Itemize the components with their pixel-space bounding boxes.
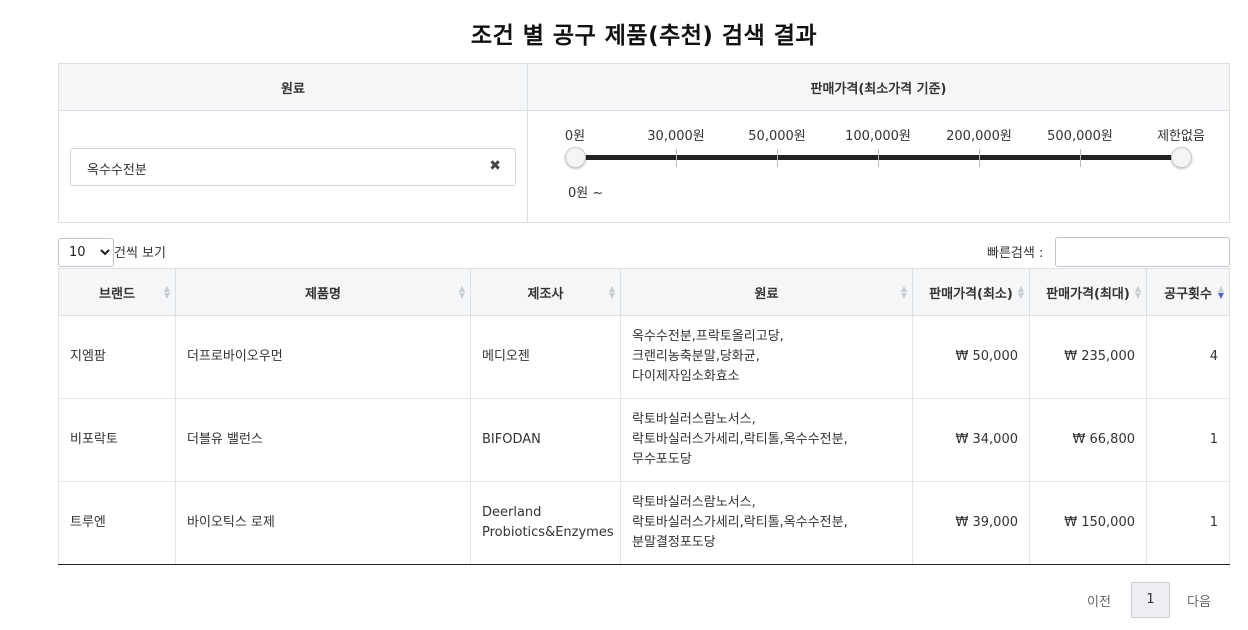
slider-tick bbox=[676, 149, 677, 167]
slider-max-handle[interactable] bbox=[1171, 147, 1192, 168]
cell-count: 4 bbox=[1146, 315, 1230, 399]
column-header-label: 공구횟수 bbox=[1164, 286, 1212, 302]
quick-search-input[interactable] bbox=[1055, 237, 1230, 267]
pagination-prev-button[interactable]: 이전 bbox=[1087, 591, 1111, 610]
results-table: 브랜드 ▲ ▼ 제품명 ▲ ▼ 제조사 ▲ ▼ 원료 ▲ ▼ 판매가격(최소) ▲ ▼ 판매가격(최… bbox=[58, 268, 1230, 565]
cell-ingredients: 락토바실러스람노서스, 락토바실러스가세리,락티톨,옥수수전분, 분말결정포도당 bbox=[620, 481, 913, 565]
column-header-label: 브랜드 bbox=[99, 286, 135, 302]
column-header-product[interactable]: 제품명 ▲ ▼ bbox=[175, 268, 471, 316]
cell-maker: 메디오젠 bbox=[470, 315, 621, 399]
clear-icon[interactable]: ✖ bbox=[489, 158, 501, 174]
cell-max-price: ₩ 66,800 bbox=[1029, 398, 1147, 482]
column-header-ingredients[interactable]: 원료 ▲ ▼ bbox=[620, 268, 913, 316]
table-row[interactable]: 지엠팜 더프로바이오우먼 메디오젠 옥수수전분,프락토올리고당, 크랜리농축분말… bbox=[58, 315, 1230, 399]
ingredient-line: 옥수수전분,프락토올리고당, bbox=[632, 329, 784, 344]
cell-count: 1 bbox=[1146, 481, 1230, 565]
cell-max-price: ₩ 235,000 bbox=[1029, 315, 1147, 399]
ingredient-line: 락토바실러스람노서스, bbox=[632, 495, 756, 510]
ingredient-line: 분말결정포도당 bbox=[632, 535, 716, 550]
table-row[interactable]: 트루엔 바이오틱스 로제 Deerland Probiotics&Enzymes… bbox=[58, 481, 1230, 565]
slider-tick bbox=[1080, 149, 1081, 167]
price-label-3: 100,000원 bbox=[845, 129, 911, 144]
page-length-label: 건씩 보기 bbox=[114, 246, 166, 261]
cell-min-price: ₩ 39,000 bbox=[912, 481, 1030, 565]
cell-product: 더블유 밸런스 bbox=[175, 398, 471, 482]
price-range-value: 0원 ~ bbox=[568, 186, 604, 201]
table-header-row: 브랜드 ▲ ▼ 제품명 ▲ ▼ 제조사 ▲ ▼ 원료 ▲ ▼ 판매가격(최소) ▲ ▼ 판매가격(최… bbox=[58, 268, 1230, 316]
cell-maker: Deerland Probiotics&Enzymes bbox=[470, 481, 621, 565]
price-filter-header: 판매가격(최소가격 기준) bbox=[528, 64, 1229, 111]
column-header-label: 판매가격(최소) bbox=[929, 286, 1013, 302]
column-header-max-price[interactable]: 판매가격(최대) ▲ ▼ bbox=[1029, 268, 1147, 316]
ingredient-line: 락토바실러스람노서스, bbox=[632, 412, 756, 427]
ingredient-tag-input[interactable]: 옥수수전분 ✖ bbox=[70, 148, 516, 186]
column-header-min-price[interactable]: 판매가격(최소) ▲ ▼ bbox=[912, 268, 1030, 316]
price-label-0: 0원 bbox=[564, 129, 586, 144]
ingredient-line: 무수포도당 bbox=[632, 452, 692, 467]
slider-tick bbox=[777, 149, 778, 167]
sort-icon: ▲ ▼ bbox=[163, 284, 170, 300]
pagination-page-button[interactable]: 1 bbox=[1131, 582, 1170, 618]
pagination-next-button[interactable]: 다음 bbox=[1187, 591, 1211, 610]
sort-icon: ▲ ▼ bbox=[1017, 284, 1024, 300]
cell-count: 1 bbox=[1146, 398, 1230, 482]
price-label-2: 50,000원 bbox=[748, 129, 806, 144]
sort-desc-icon: ▲ ▼ bbox=[1217, 284, 1224, 300]
cell-brand: 지엠팜 bbox=[58, 315, 176, 399]
cell-product: 더프로바이오우먼 bbox=[175, 315, 471, 399]
slider-min-handle[interactable] bbox=[565, 147, 586, 168]
cell-max-price: ₩ 150,000 bbox=[1029, 481, 1147, 565]
price-label-5: 500,000원 bbox=[1047, 129, 1113, 144]
ingredient-filter-header: 원료 bbox=[59, 64, 528, 111]
page-length-select[interactable]: 10 bbox=[58, 238, 114, 267]
cell-maker: BIFODAN bbox=[470, 398, 621, 482]
cell-brand: 트루엔 bbox=[58, 481, 176, 565]
cell-product: 바이오틱스 로제 bbox=[175, 481, 471, 565]
slider-tick bbox=[979, 149, 980, 167]
quick-search-label: 빠른검색 : bbox=[987, 246, 1044, 261]
cell-ingredients: 옥수수전분,프락토올리고당, 크랜리농축분말,당화균, 다이제자임소화효소 bbox=[620, 315, 913, 399]
ingredient-line: 크랜리농축분말,당화균, bbox=[632, 349, 760, 364]
cell-min-price: ₩ 50,000 bbox=[912, 315, 1030, 399]
price-label-4: 200,000원 bbox=[946, 129, 1012, 144]
ingredient-line: 다이제자임소화효소 bbox=[632, 369, 740, 384]
price-label-6: 제한없음 bbox=[1157, 129, 1205, 144]
column-header-label: 제품명 bbox=[305, 286, 341, 302]
cell-brand: 비포락토 bbox=[58, 398, 176, 482]
cell-ingredients: 락토바실러스람노서스, 락토바실러스가세리,락티톨,옥수수전분, 무수포도당 bbox=[620, 398, 913, 482]
sort-icon: ▲ ▼ bbox=[608, 284, 615, 300]
ingredient-line: 락토바실러스가세리,락티톨,옥수수전분, bbox=[632, 515, 848, 530]
price-range-slider: 0원 30,000원 50,000원 100,000원 200,000원 500… bbox=[528, 111, 1229, 222]
column-header-label: 제조사 bbox=[527, 286, 564, 302]
column-header-maker[interactable]: 제조사 ▲ ▼ bbox=[470, 268, 621, 316]
sort-icon: ▲ ▼ bbox=[1134, 284, 1141, 300]
price-label-1: 30,000원 bbox=[647, 129, 705, 144]
column-header-label: 원료 bbox=[754, 286, 779, 302]
sort-icon: ▲ ▼ bbox=[458, 284, 465, 300]
filter-panel: 원료 판매가격(최소가격 기준) 옥수수전분 ✖ 0원 30,000원 50,0… bbox=[58, 63, 1230, 223]
ingredient-line: 락토바실러스가세리,락티톨,옥수수전분, bbox=[632, 432, 848, 447]
slider-tick bbox=[878, 149, 879, 167]
table-row[interactable]: 비포락토 더블유 밸런스 BIFODAN 락토바실러스람노서스, 락토바실러스가… bbox=[58, 398, 1230, 482]
page-title: 조건 별 공구 제품(추천) 검색 결과 bbox=[470, 23, 818, 49]
ingredient-tag: 옥수수전분 bbox=[87, 163, 147, 178]
cell-min-price: ₩ 34,000 bbox=[912, 398, 1030, 482]
column-header-brand[interactable]: 브랜드 ▲ ▼ bbox=[58, 268, 176, 316]
column-header-label: 판매가격(최대) bbox=[1046, 286, 1130, 302]
ingredient-filter-body: 옥수수전분 ✖ bbox=[59, 111, 528, 222]
sort-icon: ▲ ▼ bbox=[900, 284, 907, 300]
column-header-count[interactable]: 공구횟수 ▲ ▼ bbox=[1146, 268, 1230, 316]
